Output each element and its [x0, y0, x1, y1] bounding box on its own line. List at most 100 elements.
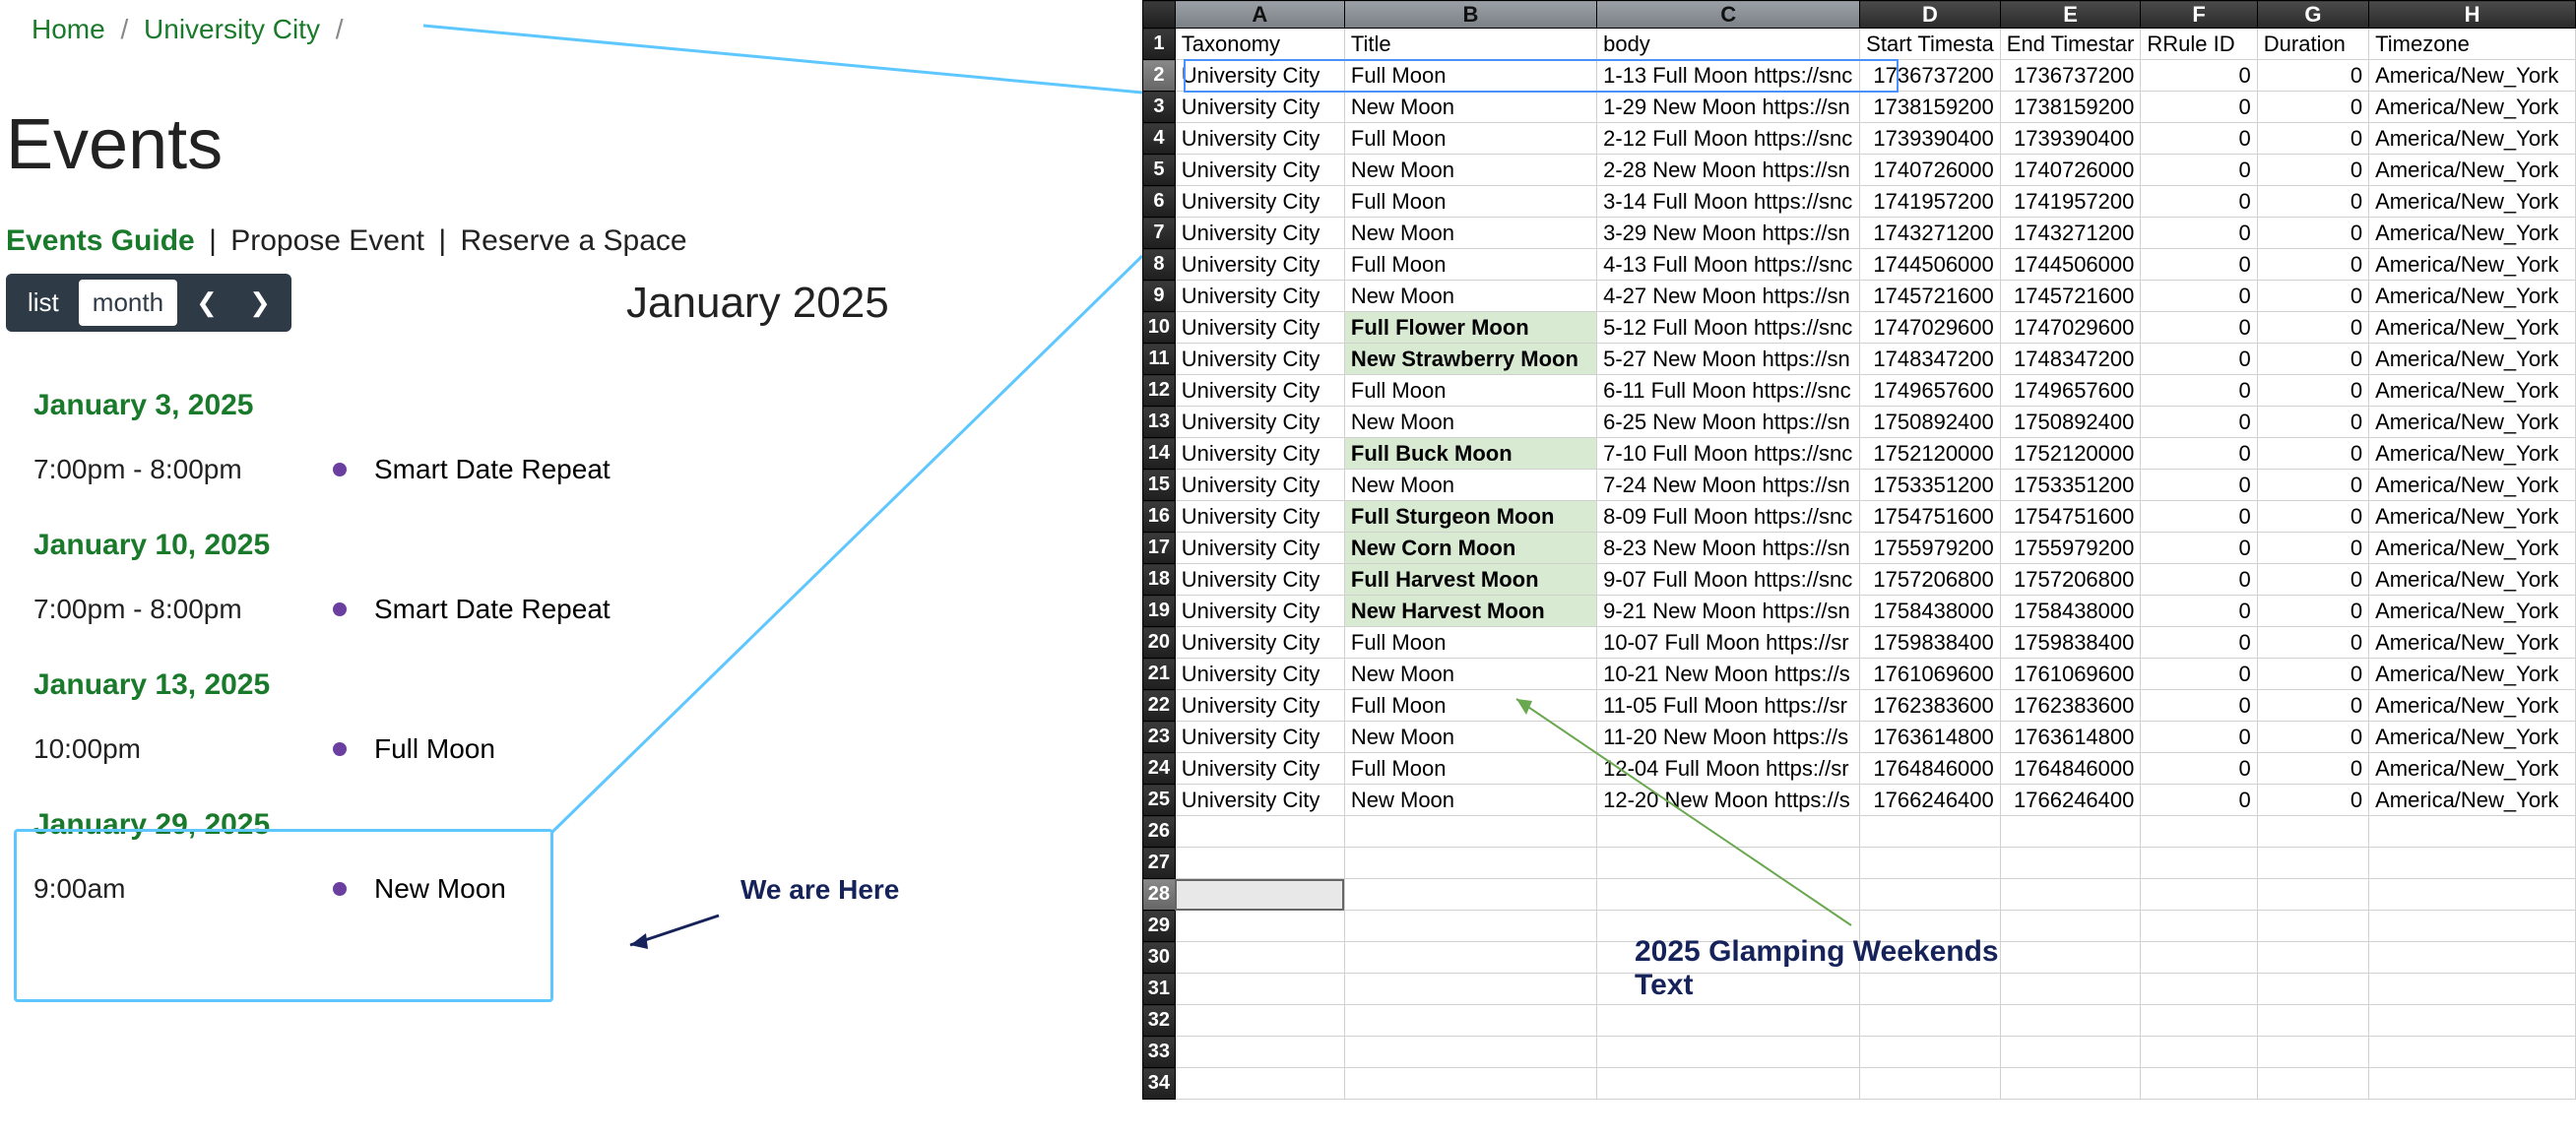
cell[interactable]: 0	[2141, 186, 2257, 218]
row-header[interactable]: 3	[1143, 92, 1176, 123]
cell[interactable]: America/New_York	[2369, 123, 2576, 155]
cell[interactable]: 0	[2141, 438, 2257, 470]
cell[interactable]: University City	[1175, 564, 1344, 596]
cell[interactable]	[2000, 911, 2141, 942]
cell[interactable]: 0	[2141, 281, 2257, 312]
cell[interactable]: 0	[2257, 659, 2368, 690]
cell[interactable]: 0	[2141, 564, 2257, 596]
row-header[interactable]: 31	[1143, 974, 1176, 1005]
cell[interactable]: New Moon	[1344, 722, 1596, 753]
cell[interactable]	[2141, 911, 2257, 942]
cell[interactable]: 1766246400	[2000, 785, 2141, 816]
cell[interactable]: 0	[2257, 564, 2368, 596]
cell[interactable]: 0	[2257, 375, 2368, 407]
breadcrumb-home[interactable]: Home	[32, 14, 105, 44]
cell[interactable]: University City	[1175, 344, 1344, 375]
row-header[interactable]: 22	[1143, 690, 1176, 722]
cell[interactable]	[2257, 1005, 2368, 1037]
row-header[interactable]: 8	[1143, 249, 1176, 281]
cell[interactable]	[2257, 848, 2368, 879]
cell[interactable]: University City	[1175, 155, 1344, 186]
row-header[interactable]: 9	[1143, 281, 1176, 312]
cell[interactable]: 1762383600	[2000, 690, 2141, 722]
cell[interactable]	[2141, 1068, 2257, 1100]
cell[interactable]: University City	[1175, 470, 1344, 501]
cell[interactable]: 10-21 New Moon https://s	[1597, 659, 1860, 690]
cell[interactable]: America/New_York	[2369, 659, 2576, 690]
row-header[interactable]: 28	[1143, 879, 1176, 911]
cell[interactable]	[2000, 1005, 2141, 1037]
cell[interactable]: 1748347200	[1860, 344, 2001, 375]
cell[interactable]: Full Sturgeon Moon	[1344, 501, 1596, 533]
cell[interactable]: 1761069600	[2000, 659, 2141, 690]
cell[interactable]: 0	[2141, 501, 2257, 533]
cell[interactable]	[1597, 1068, 1860, 1100]
row-header[interactable]: 30	[1143, 942, 1176, 974]
cell[interactable]: 1741957200	[2000, 186, 2141, 218]
row-header[interactable]: 23	[1143, 722, 1176, 753]
cell[interactable]: University City	[1175, 533, 1344, 564]
cell[interactable]	[1597, 848, 1860, 879]
cell[interactable]: 0	[2257, 438, 2368, 470]
cell[interactable]: Full Moon	[1344, 186, 1596, 218]
cell[interactable]	[2369, 911, 2576, 942]
cell[interactable]: 1757206800	[2000, 564, 2141, 596]
row-header[interactable]: 2	[1143, 60, 1176, 92]
cell[interactable]: 0	[2141, 722, 2257, 753]
cell[interactable]: America/New_York	[2369, 564, 2576, 596]
cell[interactable]: 8-23 New Moon https://sn	[1597, 533, 1860, 564]
cell[interactable]: America/New_York	[2369, 407, 2576, 438]
cell[interactable]	[2369, 1068, 2576, 1100]
cell[interactable]: America/New_York	[2369, 690, 2576, 722]
cell[interactable]: Timezone	[2369, 29, 2576, 60]
cell[interactable]: New Moon	[1344, 218, 1596, 249]
cell[interactable]: 0	[2141, 533, 2257, 564]
cell[interactable]: 0	[2257, 155, 2368, 186]
cell[interactable]: 6-25 New Moon https://sn	[1597, 407, 1860, 438]
cell[interactable]: New Moon	[1344, 92, 1596, 123]
row-header[interactable]: 13	[1143, 407, 1176, 438]
cell[interactable]	[2369, 942, 2576, 974]
cell[interactable]: Taxonomy	[1175, 29, 1344, 60]
row-header[interactable]: 5	[1143, 155, 1176, 186]
cell[interactable]	[2141, 816, 2257, 848]
cell[interactable]: 0	[2257, 312, 2368, 344]
row-header[interactable]: 19	[1143, 596, 1176, 627]
cell[interactable]	[2000, 974, 2141, 1005]
cell[interactable]: 1747029600	[2000, 312, 2141, 344]
cell[interactable]	[1860, 848, 2001, 879]
cell[interactable]: America/New_York	[2369, 375, 2576, 407]
cell[interactable]: 1740726000	[2000, 155, 2141, 186]
cell[interactable]	[1175, 911, 1344, 942]
cell[interactable]: 0	[2257, 753, 2368, 785]
cell[interactable]: 3-14 Full Moon https://snc	[1597, 186, 1860, 218]
cell[interactable]: 1748347200	[2000, 344, 2141, 375]
cell[interactable]	[1860, 1068, 2001, 1100]
cell[interactable]: University City	[1175, 281, 1344, 312]
row-header[interactable]: 15	[1143, 470, 1176, 501]
cell[interactable]: 0	[2141, 375, 2257, 407]
cell[interactable]	[1175, 879, 1344, 911]
cell[interactable]: 0	[2257, 596, 2368, 627]
cell[interactable]: 3-29 New Moon https://sn	[1597, 218, 1860, 249]
row-header[interactable]: 12	[1143, 375, 1176, 407]
cell[interactable]: America/New_York	[2369, 438, 2576, 470]
cell[interactable]: America/New_York	[2369, 312, 2576, 344]
cell[interactable]: End Timestar	[2000, 29, 2141, 60]
cell[interactable]: University City	[1175, 753, 1344, 785]
cell[interactable]	[2257, 974, 2368, 1005]
cell[interactable]: Full Moon	[1344, 690, 1596, 722]
cell[interactable]: 0	[2141, 659, 2257, 690]
cell[interactable]: America/New_York	[2369, 785, 2576, 816]
row-header[interactable]: 1	[1143, 29, 1176, 60]
cell[interactable]: 1738159200	[2000, 92, 2141, 123]
cell[interactable]: America/New_York	[2369, 753, 2576, 785]
cell[interactable]: 7-24 New Moon https://sn	[1597, 470, 1860, 501]
cell[interactable]: 1763614800	[1860, 722, 2001, 753]
cell[interactable]: America/New_York	[2369, 501, 2576, 533]
cell[interactable]: 0	[2141, 344, 2257, 375]
cell[interactable]: America/New_York	[2369, 249, 2576, 281]
row-header[interactable]: 17	[1143, 533, 1176, 564]
cell[interactable]	[2141, 848, 2257, 879]
cell[interactable]	[1175, 1037, 1344, 1068]
